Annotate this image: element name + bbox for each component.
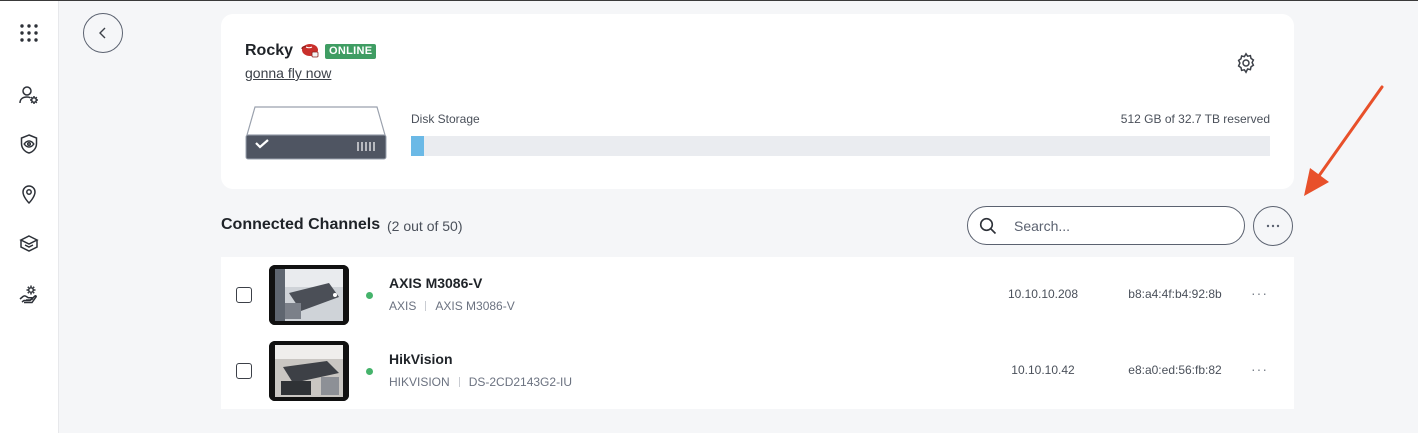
channel-meta: AXIS AXIS M3086-V [389, 299, 515, 313]
status-dot [366, 292, 373, 299]
device-name: Rocky [245, 42, 294, 59]
disk-storage-label: Disk Storage [411, 112, 480, 126]
table-row[interactable]: HikVision HIKVISION DS-2CD2143G2-IU 10.1… [221, 333, 1294, 409]
row-checkbox[interactable] [236, 287, 252, 303]
channels-table: AXIS M3086-V AXIS AXIS M3086-V 10.10.10.… [221, 257, 1294, 409]
back-button[interactable] [83, 13, 123, 53]
camera-thumbnail [269, 341, 349, 401]
device-description-link[interactable]: gonna fly now [245, 65, 331, 81]
device-header: Rocky ONLINE [245, 42, 377, 60]
search-input[interactable] [1014, 217, 1224, 234]
boxing-glove-icon [299, 43, 319, 59]
row-more-button[interactable]: ··· [1251, 361, 1268, 377]
channel-mac: e8:a0:ed:56:fb:82 [1128, 363, 1222, 377]
disk-storage-bar [411, 136, 1270, 156]
channels-count: (2 out of 50) [387, 218, 463, 234]
channel-name: AXIS M3086-V [389, 275, 483, 291]
gear-icon[interactable] [1234, 51, 1258, 75]
chevron-left-icon [99, 27, 106, 39]
channel-ip: 10.10.10.208 [1007, 287, 1079, 301]
server-device-image [245, 105, 387, 161]
device-card: Rocky ONLINE gonna fly now Disk Storage … [221, 14, 1294, 189]
camera-thumbnail [269, 265, 349, 325]
status-dot [366, 368, 373, 375]
user-settings-icon[interactable] [17, 83, 41, 107]
shield-eye-icon[interactable] [17, 132, 41, 156]
channel-model: DS-2CD2143G2-IU [468, 375, 573, 389]
row-more-button[interactable]: ··· [1251, 285, 1268, 301]
meta-separator [458, 377, 460, 387]
sidebar [0, 1, 59, 433]
more-options-button[interactable] [1253, 206, 1293, 246]
disk-storage-value: 512 GB of 32.7 TB reserved [1120, 112, 1270, 126]
search-icon [978, 216, 998, 236]
top-border [0, 0, 1418, 1]
row-checkbox[interactable] [236, 363, 252, 379]
apps-grid-icon[interactable] [17, 21, 41, 45]
channels-title: Connected Channels [221, 216, 381, 233]
disk-storage-fill [411, 136, 424, 156]
location-pin-icon[interactable] [17, 182, 41, 206]
channel-meta: HIKVISION DS-2CD2143G2-IU [389, 375, 572, 389]
channel-brand: HIKVISION [389, 375, 450, 389]
status-badge: ONLINE [325, 43, 377, 59]
table-row[interactable]: AXIS M3086-V AXIS AXIS M3086-V 10.10.10.… [221, 257, 1294, 333]
search-box [967, 206, 1245, 245]
channel-name: HikVision [389, 351, 453, 367]
annotation-arrow [1304, 85, 1384, 196]
meta-separator [425, 301, 427, 311]
channel-brand: AXIS [389, 299, 417, 313]
ellipsis-icon [1266, 224, 1280, 228]
channel-model: AXIS M3086-V [435, 299, 515, 313]
hand-settings-icon[interactable] [17, 282, 41, 306]
channel-ip: 10.10.10.42 [1011, 363, 1075, 377]
channel-mac: b8:a4:4f:b4:92:8b [1128, 287, 1222, 301]
box-stack-icon[interactable] [17, 232, 41, 256]
